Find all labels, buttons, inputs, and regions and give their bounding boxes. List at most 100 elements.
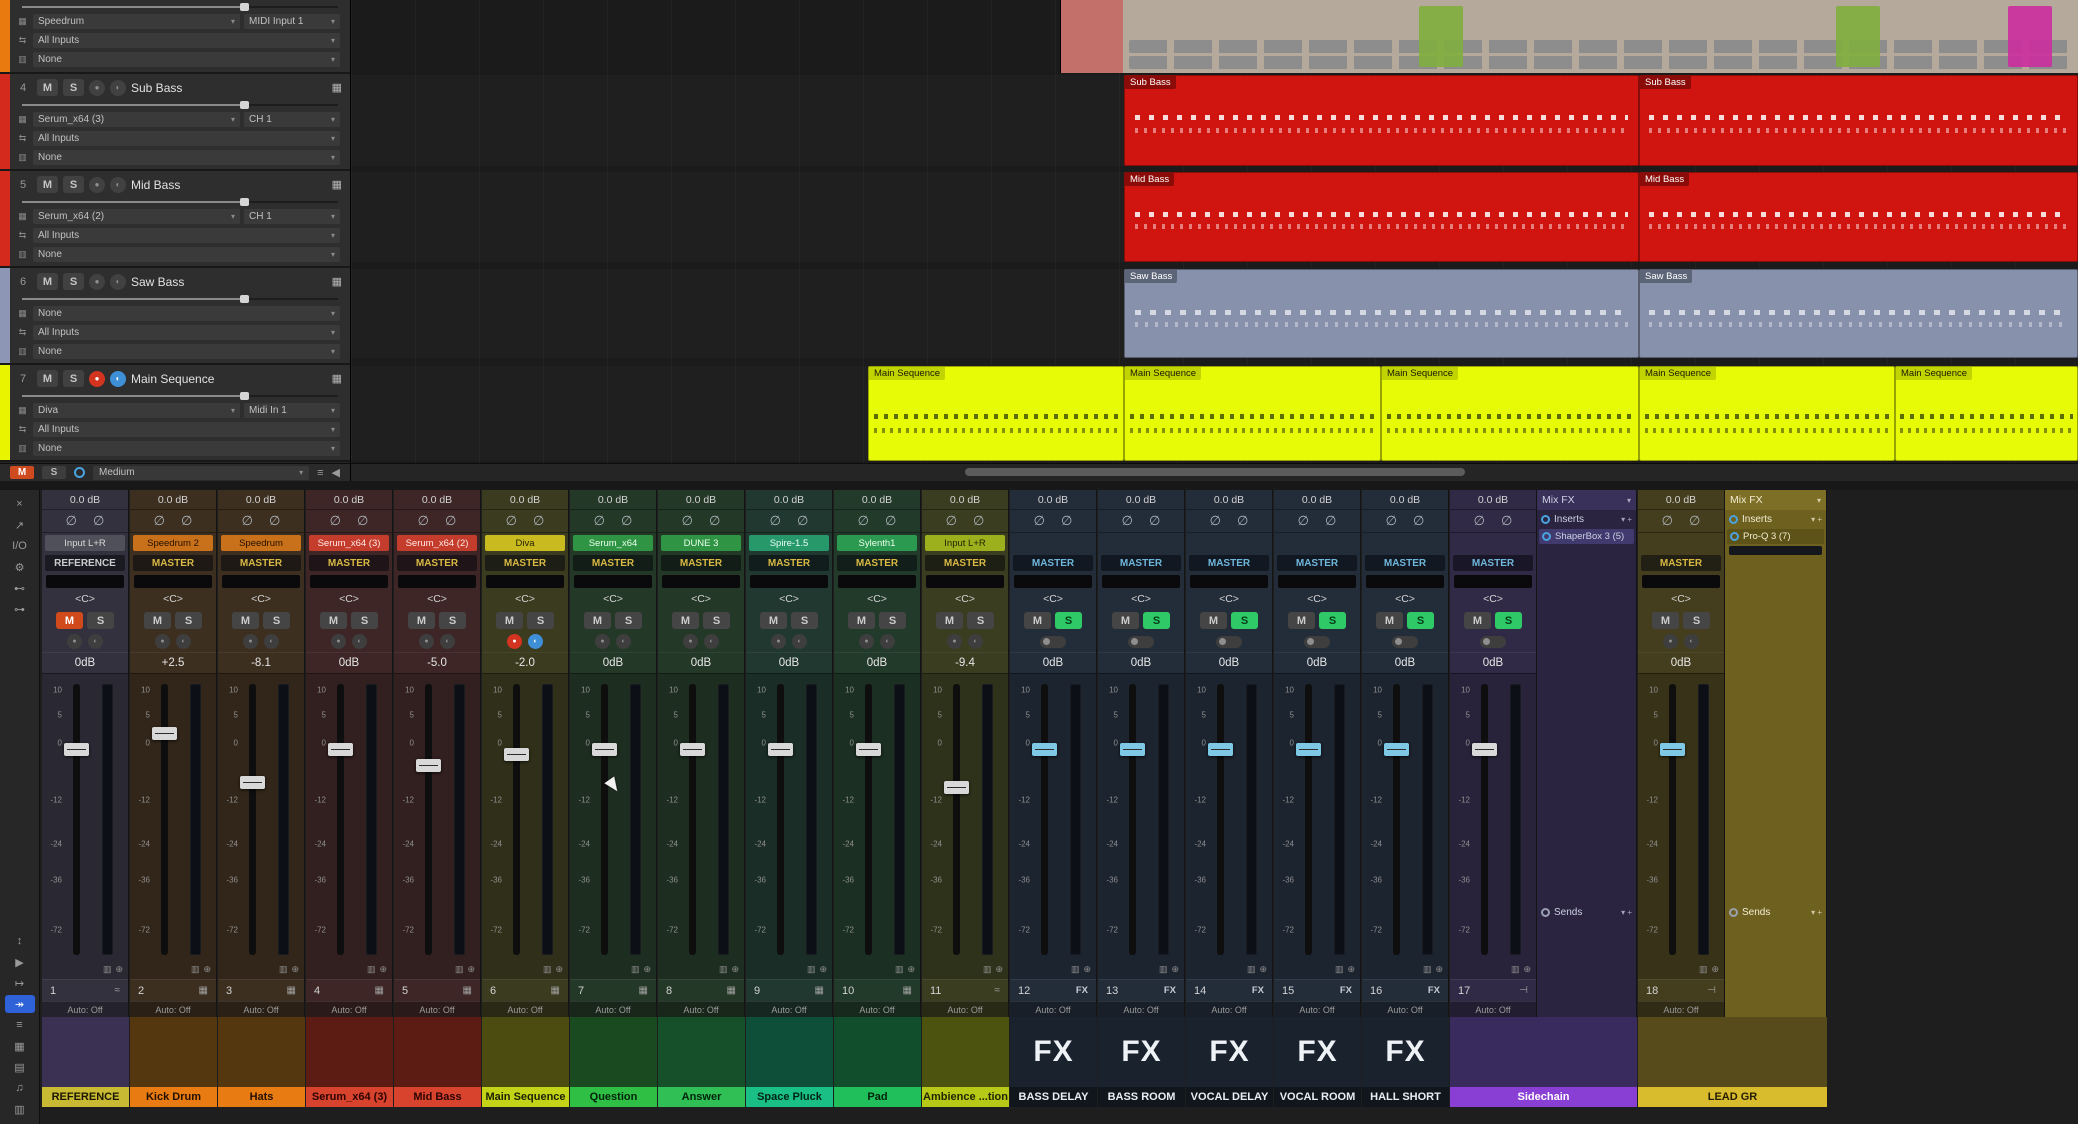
track-sub-bass[interactable]: 4MS●◐Sub Bass▦▦Serum_x64 (3)▾CH 1▾⇆All I… <box>0 74 350 171</box>
volume-value[interactable]: 0dB <box>1186 652 1272 673</box>
mute-button[interactable]: M <box>1376 612 1403 629</box>
midi-input-select[interactable]: MIDI Input 1▾ <box>244 14 340 29</box>
volume-value[interactable]: 0dB <box>658 652 744 673</box>
monitor-button[interactable]: ◐ <box>110 80 126 96</box>
groups-view-icon[interactable]: ▤ <box>5 1058 35 1076</box>
input-gain-value[interactable]: 0.0 dB <box>1098 490 1184 510</box>
automation-mode[interactable]: Auto: Off <box>1638 1001 1724 1017</box>
automation-mode[interactable]: Auto: Off <box>218 1001 304 1017</box>
channel-list-icon[interactable]: ≡ <box>5 1016 35 1034</box>
instrument-button[interactable]: Input L+R <box>925 535 1005 551</box>
piano-roll-icon[interactable]: ▦ <box>332 178 342 191</box>
automation-mode[interactable]: Auto: Off <box>746 1001 832 1017</box>
mute-button[interactable]: M <box>37 176 58 193</box>
sends-header[interactable]: Sends▾ + <box>1725 903 1826 921</box>
pan-value[interactable]: <C> <box>130 590 216 607</box>
output-select[interactable]: None▾ <box>33 150 340 165</box>
midi-clip-saw-bass[interactable]: Saw Bass <box>1124 269 1639 358</box>
meter-mode-icon[interactable]: ▥ <box>631 964 640 975</box>
input-select[interactable]: All Inputs▾ <box>33 33 340 48</box>
sends-header[interactable]: Sends▾ + <box>1537 903 1636 921</box>
insert-plugin[interactable]: Pro-Q 3 (7) <box>1727 529 1824 544</box>
input-gain-value[interactable]: 0.0 dB <box>1638 490 1724 510</box>
meter-mode-icon[interactable]: ▥ <box>367 964 376 975</box>
fader-track[interactable] <box>73 684 80 955</box>
pan-value[interactable]: <C> <box>746 590 832 607</box>
automation-mode[interactable]: Auto: Off <box>570 1001 656 1017</box>
add-icon[interactable]: ⊕ <box>1435 964 1443 975</box>
fader-handle[interactable] <box>856 743 881 756</box>
automation-mode[interactable]: Auto: Off <box>42 1001 128 1017</box>
polarity-invert-button[interactable]: ∅ <box>242 513 253 529</box>
output-select[interactable]: None▾ <box>33 52 340 67</box>
volume-value[interactable]: -5.0 <box>394 652 480 673</box>
pan-slider[interactable] <box>1366 575 1444 588</box>
input-gain-knob[interactable]: ∅ <box>1325 513 1336 529</box>
selected-pattern-clip[interactable] <box>1061 0 1123 73</box>
output-route-button[interactable]: REFERENCE <box>45 555 125 571</box>
fader-handle[interactable] <box>1032 743 1057 756</box>
input-gain-knob[interactable]: ∅ <box>1413 513 1424 529</box>
monitor-button[interactable]: ◐ <box>352 634 367 649</box>
automation-mode[interactable]: Auto: Off <box>1010 1001 1096 1017</box>
input-select[interactable]: All Inputs▾ <box>33 228 340 243</box>
pan-slider[interactable] <box>574 575 652 588</box>
pan-slider[interactable] <box>1102 575 1180 588</box>
add-icon[interactable]: ⊕ <box>467 964 475 975</box>
fader-handle[interactable] <box>1208 743 1233 756</box>
mute-button[interactable]: M <box>1652 612 1679 629</box>
mixer-view-icon[interactable]: ↠ <box>5 995 35 1013</box>
output-select[interactable]: None▾ <box>33 344 340 359</box>
meter-mode-icon[interactable]: ▥ <box>1335 964 1344 975</box>
fader-handle[interactable] <box>1120 743 1145 756</box>
resize-icon[interactable]: ↕ <box>5 932 35 950</box>
fader-handle[interactable] <box>1384 743 1409 756</box>
pan-value[interactable]: <C> <box>834 590 920 607</box>
fader-track[interactable] <box>513 684 520 955</box>
instrument-button[interactable]: Sylenth1 <box>837 535 917 551</box>
external-view-icon[interactable]: ▥ <box>5 1100 35 1118</box>
volume-value[interactable]: 0dB <box>1362 652 1448 673</box>
meter-mode-icon[interactable]: ▥ <box>279 964 288 975</box>
solo-button[interactable]: S <box>1143 612 1170 629</box>
monitor-button[interactable]: ◐ <box>880 634 895 649</box>
polarity-invert-button[interactable]: ∅ <box>858 513 869 529</box>
meter-mode-icon[interactable]: ▥ <box>807 964 816 975</box>
automation-mode[interactable]: Auto: Off <box>130 1001 216 1017</box>
midi-clip-mid-bass[interactable]: Mid Bass <box>1639 172 2078 262</box>
input-gain-value[interactable]: 0.0 dB <box>482 490 568 510</box>
fader-track[interactable] <box>777 684 784 955</box>
add-icon[interactable]: ⊕ <box>819 964 827 975</box>
instrument-button[interactable]: Diva <box>485 535 565 551</box>
pan-slider[interactable] <box>222 575 300 588</box>
midi-clip-mid-bass[interactable]: Mid Bass <box>1124 172 1639 262</box>
input-gain-value[interactable]: 0.0 dB <box>130 490 216 510</box>
solo-button[interactable]: S <box>263 612 290 629</box>
meter-mode-icon[interactable]: ▥ <box>1511 964 1520 975</box>
power-icon[interactable] <box>74 467 85 478</box>
pan-slider[interactable] <box>1642 575 1720 588</box>
narrow-icon[interactable]: ▶ <box>5 953 35 971</box>
pan-slider[interactable] <box>398 575 476 588</box>
input-gain-value[interactable]: 0.0 dB <box>394 490 480 510</box>
slider-handle[interactable] <box>240 295 249 303</box>
pan-value[interactable]: <C> <box>1010 590 1096 607</box>
fader-handle[interactable] <box>1472 743 1497 756</box>
track-height-select[interactable]: Medium▾ <box>93 466 309 480</box>
mute-button[interactable]: M <box>1200 612 1227 629</box>
fader-track[interactable] <box>1041 684 1048 955</box>
input-gain-knob[interactable]: ∅ <box>445 513 456 529</box>
mute-button[interactable]: M <box>144 612 171 629</box>
add-icon[interactable]: ⊕ <box>731 964 739 975</box>
automation-mode[interactable]: Auto: Off <box>922 1001 1008 1017</box>
output-route-button[interactable]: MASTER <box>1277 555 1357 571</box>
output-route-button[interactable]: MASTER <box>1641 555 1721 571</box>
polarity-invert-button[interactable]: ∅ <box>1386 513 1397 529</box>
automation-mode[interactable]: Auto: Off <box>1450 1001 1536 1017</box>
record-arm-button[interactable]: ● <box>155 634 170 649</box>
slider-handle[interactable] <box>240 198 249 206</box>
channel-name[interactable]: VOCAL ROOM <box>1274 1087 1361 1107</box>
mute-button[interactable]: M <box>848 612 875 629</box>
solo-button[interactable]: S <box>63 176 84 193</box>
mute-button[interactable]: M <box>1288 612 1315 629</box>
